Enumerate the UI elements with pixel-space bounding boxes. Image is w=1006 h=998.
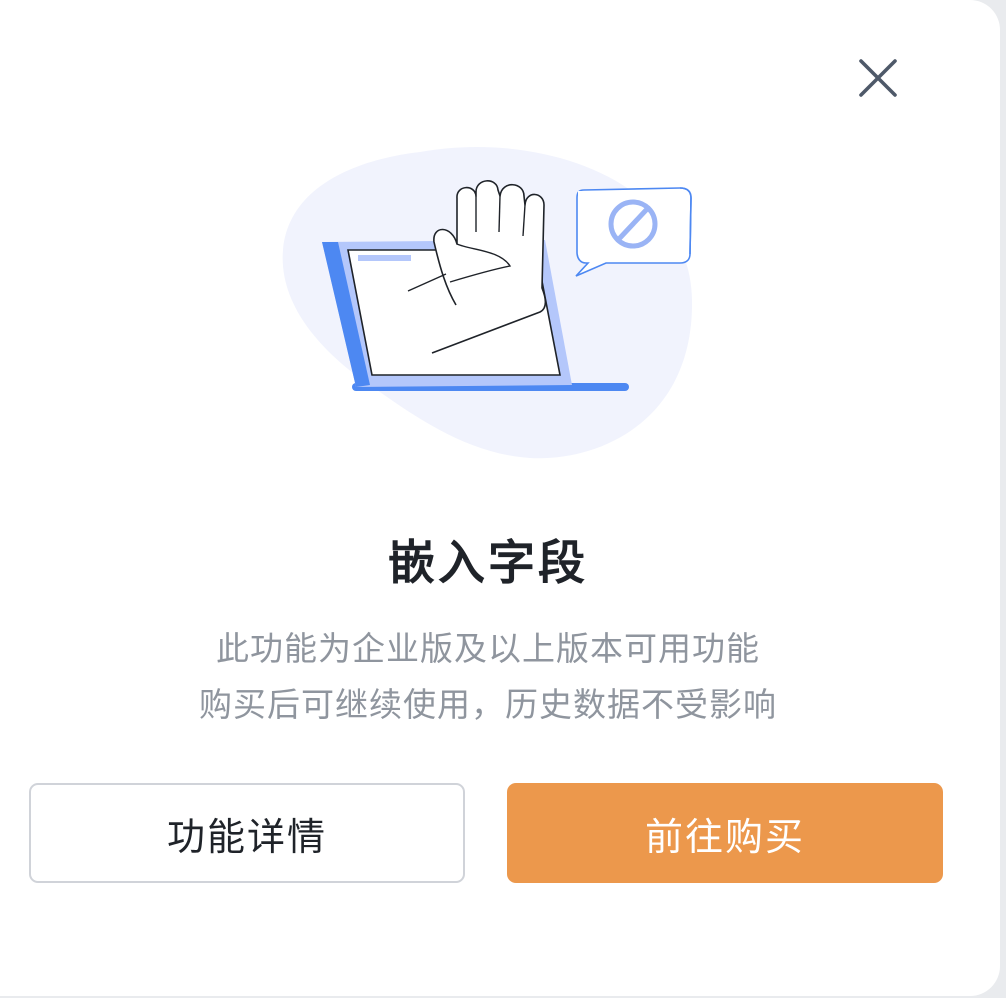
- dialog-description-line-1: 此功能为企业版及以上版本可用功能: [216, 629, 760, 668]
- dialog-title: 嵌入字段: [388, 536, 588, 591]
- feature-details-button[interactable]: 功能详情: [29, 783, 465, 883]
- speech-bubble-mask: [578, 191, 676, 221]
- close-button[interactable]: [852, 52, 904, 104]
- feature-details-button-label: 功能详情: [166, 814, 327, 859]
- go-purchase-button[interactable]: 前往购买: [507, 783, 943, 883]
- screen-bar: [358, 255, 411, 261]
- laptop-hand-blocked-illustration: [282, 146, 693, 459]
- upgrade-dialog: 嵌入字段 此功能为企业版及以上版本可用功能 购买后可继续使用，历史数据不受影响 …: [0, 0, 1000, 996]
- dialog-description-line-2: 购买后可继续使用，历史数据不受影响: [199, 685, 777, 724]
- hand-finger-line-2: [498, 195, 501, 233]
- go-purchase-button-label: 前往购买: [644, 814, 805, 859]
- close-icon: [859, 59, 897, 97]
